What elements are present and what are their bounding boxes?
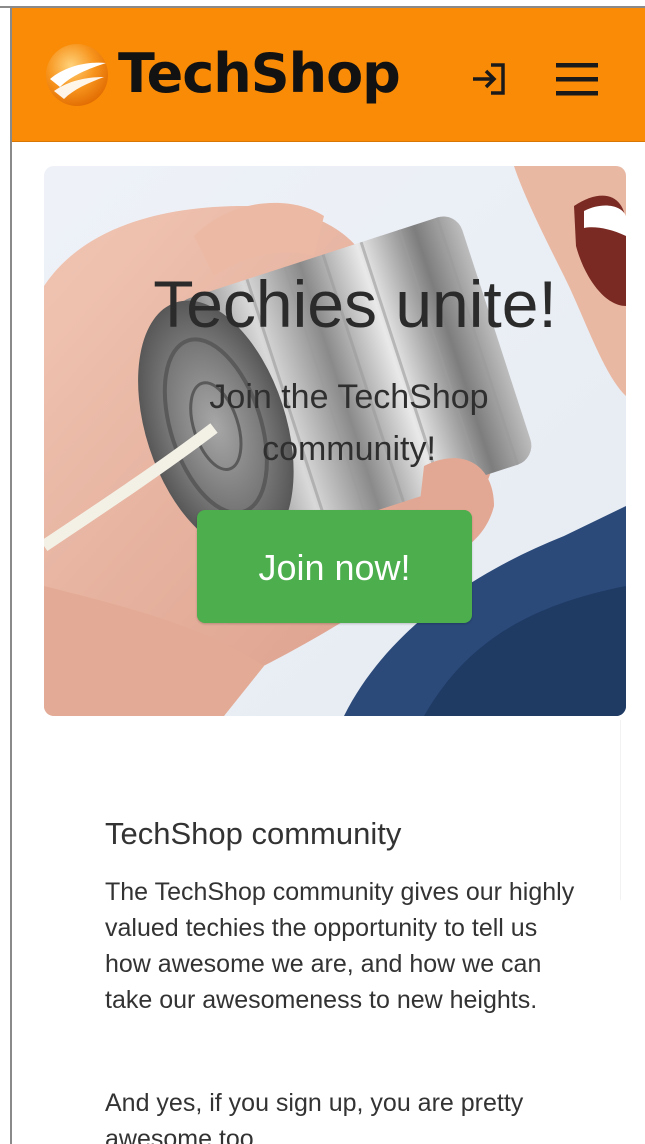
- top-navbar: TechShop: [12, 8, 645, 142]
- techshop-logo-icon: [46, 44, 108, 106]
- side-panel-edge: [620, 720, 645, 900]
- hero-banner: Techies unite! Join the TechShop communi…: [44, 166, 626, 716]
- join-now-button[interactable]: Join now!: [197, 510, 472, 623]
- community-paragraph: The TechShop community gives our highly …: [105, 878, 575, 1014]
- window-top-edge: [0, 0, 645, 8]
- app-window: TechShop Techies unite! Join the TechSho…: [0, 0, 645, 1144]
- menu-button[interactable]: [552, 54, 602, 104]
- brand-logo[interactable]: TechShop: [42, 34, 401, 114]
- community-paragraph: And yes, if you sign up, you are pretty …: [105, 1089, 524, 1144]
- hamburger-menu-icon: [556, 63, 598, 96]
- hero-subtitle: Join the TechShop community!: [209, 378, 489, 468]
- brand-name: TechShop: [118, 42, 401, 105]
- window-left-edge: [0, 0, 12, 1144]
- community-heading: TechShop community: [105, 816, 402, 851]
- login-icon: [473, 63, 505, 95]
- hero-title: Techies unite!: [153, 267, 557, 341]
- login-button[interactable]: [464, 54, 514, 104]
